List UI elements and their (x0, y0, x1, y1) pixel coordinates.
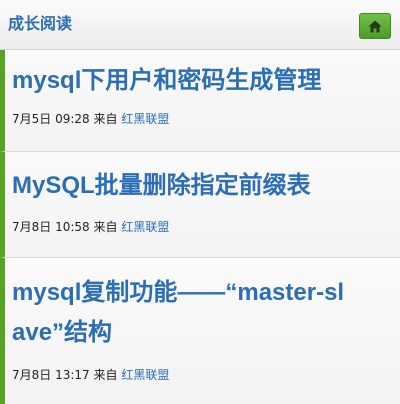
article-date: 7月8日 10:58 (12, 220, 90, 234)
article-date: 7月5日 09:28 (12, 112, 90, 126)
article-from-label: 来自 (93, 220, 118, 234)
article-title[interactable]: MySQL批量删除指定前缀表 (12, 166, 390, 206)
article-item[interactable]: mysql复制功能——“master-slave”结构 7月8日 13:17 来… (0, 258, 400, 404)
article-meta: 7月8日 13:17 来自 红黑联盟 (12, 367, 169, 383)
article-list: mysql下用户和密码生成管理 7月5日 09:28 来自 红黑联盟 MySQL… (0, 50, 400, 404)
article-item[interactable]: mysql下用户和密码生成管理 7月5日 09:28 来自 红黑联盟 (0, 50, 400, 152)
header-bar: 成长阅读 (0, 0, 400, 50)
home-icon (368, 20, 382, 33)
article-date: 7月8日 13:17 (12, 368, 90, 382)
article-title[interactable]: mysql下用户和密码生成管理 (12, 61, 390, 101)
article-from-label: 来自 (93, 368, 118, 382)
article-title[interactable]: mysql复制功能——“master-slave”结构 (12, 273, 350, 353)
page-title[interactable]: 成长阅读 (8, 13, 72, 35)
article-item[interactable]: MySQL批量删除指定前缀表 7月8日 10:58 来自 红黑联盟 (0, 152, 400, 258)
app-window: 成长阅读 mysql下用户和密码生成管理 7月5日 09:28 来自 红黑联盟 … (0, 0, 400, 404)
article-meta: 7月8日 10:58 来自 红黑联盟 (12, 219, 169, 235)
home-button[interactable] (359, 13, 391, 39)
article-source-link[interactable]: 红黑联盟 (121, 368, 169, 382)
article-meta: 7月5日 09:28 来自 红黑联盟 (12, 111, 169, 127)
article-source-link[interactable]: 红黑联盟 (121, 112, 169, 126)
article-source-link[interactable]: 红黑联盟 (121, 220, 169, 234)
article-from-label: 来自 (93, 112, 118, 126)
